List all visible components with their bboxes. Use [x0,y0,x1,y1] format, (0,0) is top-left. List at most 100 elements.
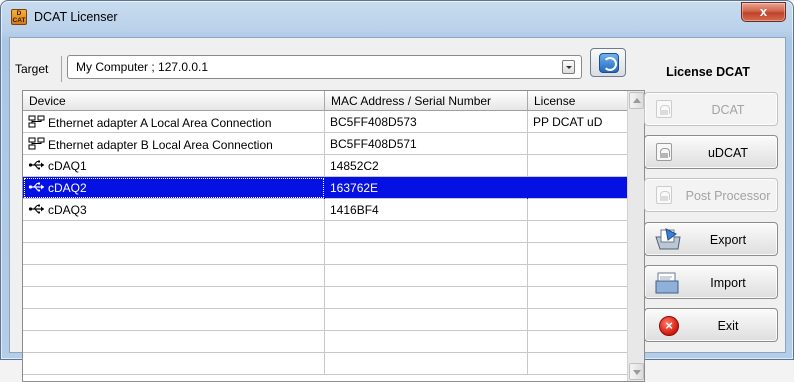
serial-cell[interactable] [325,353,528,375]
table-row[interactable]: Ethernet adapter B Local Area Connection… [23,133,628,155]
usb-icon [28,181,45,193]
vertical-scrollbar[interactable] [627,91,644,381]
network-icon [28,137,45,150]
post-processor-label: Post Processor [685,189,771,203]
license-cell[interactable] [528,331,628,353]
device-cell[interactable] [23,331,325,353]
license-cell[interactable] [528,221,628,243]
table-header: Device MAC Address / Serial Number Licen… [23,91,628,111]
udcat-button[interactable]: uDCAT [644,135,778,169]
dcat-button[interactable]: DCAT [644,92,778,126]
import-label: Import [710,276,746,290]
license-cell[interactable] [528,177,628,199]
device-name: cDAQ3 [48,203,87,217]
app-logo-line-2: CAT [12,17,26,24]
refresh-icon [599,53,619,73]
app-window: D CAT DCAT Licenser x Target My Computer… [0,0,794,382]
target-separator [61,56,62,82]
column-header-device[interactable]: Device [23,91,325,111]
refresh-button[interactable] [590,48,626,77]
table-row[interactable] [23,287,628,309]
window-title: DCAT Licenser [34,10,118,24]
table-row[interactable] [23,243,628,265]
scroll-down-button[interactable] [629,363,644,380]
device-cell[interactable] [23,243,325,265]
license-cell[interactable] [528,243,628,265]
chevron-down-icon[interactable] [562,60,575,74]
serial-cell[interactable]: BC5FF408D573 [325,111,528,133]
import-icon [654,271,680,295]
table-row[interactable]: cDAQ1 14852C2 [23,155,628,177]
table-row[interactable]: cDAQ3 1416BF4 [23,199,628,221]
device-name: Ethernet adapter A Local Area Connection [48,116,272,130]
device-table: Device MAC Address / Serial Number Licen… [22,90,645,382]
close-button[interactable]: x [741,2,786,22]
export-icon [654,227,682,251]
exit-icon: × [659,316,679,336]
export-button[interactable]: Export [644,222,778,256]
license-cell[interactable] [528,133,628,155]
serial-cell[interactable] [325,287,528,309]
serial-cell[interactable] [325,309,528,331]
table-row[interactable] [23,265,628,287]
app-logo-line-1: D [16,10,22,17]
device-name: cDAQ1 [48,159,87,173]
scroll-up-button[interactable] [629,92,644,109]
license-panel-title: License DCAT [666,65,750,79]
table-row[interactable] [23,353,628,375]
device-cell[interactable] [23,353,325,375]
serial-cell[interactable]: 14852C2 [325,155,528,177]
device-cell[interactable]: cDAQ2 [23,177,325,199]
table-row[interactable] [23,221,628,243]
serial-cell[interactable]: BC5FF408D571 [325,133,528,155]
device-cell[interactable] [23,309,325,331]
license-cell[interactable] [528,309,628,331]
table-row[interactable] [23,331,628,353]
dcat-label: DCAT [711,103,745,117]
close-icon: x [759,4,768,19]
app-logo-icon: D CAT [11,9,27,25]
table-row[interactable]: cDAQ2 163762E [23,177,628,199]
exit-label: Exit [717,319,739,333]
usb-icon [28,203,45,215]
column-header-license[interactable]: License [528,91,628,111]
license-cell[interactable]: PP DCAT uD [528,111,628,133]
client-area: Target My Computer ; 127.0.0.1 License D… [9,37,786,382]
serial-cell[interactable]: 163762E [325,177,528,199]
device-cell[interactable] [23,265,325,287]
device-cell[interactable]: cDAQ1 [23,155,325,177]
serial-cell[interactable] [325,265,528,287]
license-cell[interactable] [528,265,628,287]
license-cell[interactable] [528,287,628,309]
network-icon [28,115,45,128]
table-row[interactable]: Ethernet adapter A Local Area Connection… [23,111,628,133]
title-bar[interactable]: D CAT DCAT Licenser x [1,1,793,37]
serial-cell[interactable] [325,331,528,353]
import-button[interactable]: Import [644,265,778,299]
target-value: My Computer ; 127.0.0.1 [76,60,209,74]
export-label: Export [709,233,747,247]
post-processor-button[interactable]: Post Processor [644,178,778,212]
license-cell[interactable] [528,155,628,177]
device-cell[interactable] [23,287,325,309]
device-name: Ethernet adapter B Local Area Connection [48,138,273,152]
target-dropdown[interactable]: My Computer ; 127.0.0.1 [67,55,582,79]
device-cell[interactable]: cDAQ3 [23,199,325,221]
target-label: Target [15,62,49,76]
lock-icon [656,100,672,118]
serial-cell[interactable]: 1416BF4 [325,199,528,221]
license-cell[interactable] [528,353,628,375]
device-cell[interactable] [23,221,325,243]
usb-icon [28,159,45,171]
serial-cell[interactable] [325,221,528,243]
device-cell[interactable]: Ethernet adapter B Local Area Connection [23,133,325,155]
column-header-serial[interactable]: MAC Address / Serial Number [325,91,528,111]
table-row[interactable] [23,309,628,331]
device-name: cDAQ2 [48,181,87,195]
device-cell[interactable]: Ethernet adapter A Local Area Connection [23,111,325,133]
exit-button[interactable]: × Exit [644,308,778,342]
udcat-label: uDCAT [707,146,749,160]
license-cell[interactable] [528,199,628,221]
serial-cell[interactable] [325,243,528,265]
lock-icon [656,143,672,161]
